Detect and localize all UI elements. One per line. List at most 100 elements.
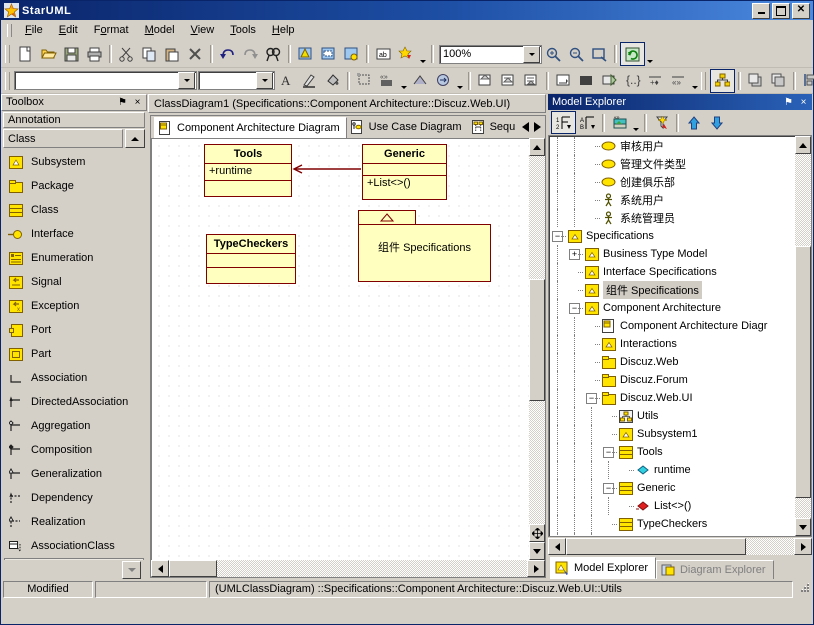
close-icon[interactable]: ×: [131, 96, 144, 109]
suppress-attribute-icon[interactable]: [474, 70, 497, 92]
font-size-combo[interactable]: [198, 71, 275, 90]
hscroll-track[interactable]: [217, 560, 527, 577]
tree-item-component-specifications[interactable]: 组件 Specifications: [549, 281, 811, 299]
line-direction-icon[interactable]: [432, 70, 455, 92]
find-icon[interactable]: [262, 43, 285, 65]
toolbox-item-signal[interactable]: Signal: [1, 270, 147, 294]
tree-item-discuz-web-ui[interactable]: − Discuz.Web.UI: [549, 389, 811, 407]
move-up-icon[interactable]: [682, 112, 705, 133]
toolbox-item-package[interactable]: Package: [1, 174, 147, 198]
show-operation-signature-icon[interactable]: +♦: [644, 70, 667, 92]
diagram-canvas[interactable]: Tools +runtime Generic +List<>() T: [151, 138, 529, 560]
pin-icon[interactable]: ⚑: [782, 96, 795, 109]
copy-icon[interactable]: [138, 43, 161, 65]
zoom-combo[interactable]: 100%: [439, 45, 542, 64]
size-combo-arrow[interactable]: [256, 72, 273, 89]
font-color-icon[interactable]: A: [275, 70, 298, 92]
toolbox-collapse-button[interactable]: [125, 129, 145, 148]
tree-expander[interactable]: −: [549, 227, 566, 245]
tree-item-subsystem1[interactable]: Subsystem1: [549, 425, 811, 443]
menu-grip[interactable]: [7, 24, 12, 37]
add-annotation-icon[interactable]: [340, 43, 363, 65]
toolbox-item-generalization[interactable]: Generalization: [1, 462, 147, 486]
send-to-back-icon[interactable]: [767, 70, 790, 92]
show-stereotype-text-icon[interactable]: «»: [667, 70, 690, 92]
tab-use-case-diagram[interactable]: Use Case Diagram: [347, 118, 468, 137]
show-options-dropdown-caret[interactable]: [690, 69, 700, 92]
sort-by-order-icon[interactable]: 12: [551, 111, 576, 134]
new-icon[interactable]: [14, 43, 37, 65]
tree-item-list-operation[interactable]: List<>(): [549, 497, 811, 515]
zoom-combo-arrow[interactable]: [523, 46, 540, 63]
undo-icon[interactable]: [216, 43, 239, 65]
tab-sequence-diagram[interactable]: Sequ: [468, 118, 522, 137]
close-button[interactable]: ✕: [792, 3, 810, 19]
tree-item-component-architecture[interactable]: − Component Architecture: [549, 299, 811, 317]
toolbox-item-part[interactable]: Part: [1, 342, 147, 366]
toolbox-group-class[interactable]: Class: [3, 129, 123, 148]
scroll-up-button[interactable]: [529, 138, 545, 156]
delete-icon[interactable]: [184, 43, 207, 65]
toolbox-item-directedassociation[interactable]: DirectedAssociation: [1, 390, 147, 414]
tree-vscroll-track-lower[interactable]: [795, 498, 811, 518]
toolbox-item-class[interactable]: Class: [1, 198, 147, 222]
zoom-in-icon[interactable]: [542, 43, 565, 65]
tree-item-interactions[interactable]: Interactions: [549, 335, 811, 353]
stereotype-display-icon[interactable]: «»: [376, 70, 399, 92]
tree-item-interface-specifications[interactable]: Interface Specifications: [549, 263, 811, 281]
tree-item-xitongguanliyuan[interactable]: 系统管理员: [549, 209, 811, 227]
show-visibility-icon[interactable]: [598, 70, 621, 92]
toolbox-scroll-down-button[interactable]: [122, 561, 141, 579]
tab-model-explorer[interactable]: Model Explorer: [550, 557, 656, 579]
layout-group-grip[interactable]: [701, 72, 706, 90]
suppress-literal-icon[interactable]: [520, 70, 543, 92]
tree-expander[interactable]: +: [566, 245, 583, 263]
menu-model[interactable]: Model: [137, 22, 183, 38]
tree-item-xitongyonghu[interactable]: 系统用户: [549, 191, 811, 209]
tree-scroll-down-button[interactable]: [795, 518, 811, 536]
tree-scroll-left-button[interactable]: [548, 538, 566, 555]
close-icon[interactable]: ×: [797, 96, 810, 109]
tree-expander[interactable]: −: [566, 299, 583, 317]
model-tree[interactable]: 审核用户 管理文件类型: [548, 135, 812, 537]
refresh-dropdown-caret[interactable]: [645, 43, 655, 66]
canvas-horizontal-scrollbar[interactable]: [151, 560, 545, 577]
maximize-button[interactable]: [772, 3, 790, 19]
align-left-icon[interactable]: [799, 70, 814, 92]
tree-item-tools[interactable]: − Tools: [549, 443, 811, 461]
menu-file[interactable]: File: [17, 22, 51, 38]
print-icon[interactable]: [83, 43, 106, 65]
show-parameter-icon[interactable]: {..}: [621, 70, 644, 92]
toolbox-item-associationclass[interactable]: AssociationClass: [1, 534, 147, 558]
line-direction-dropdown-caret[interactable]: [455, 69, 465, 92]
tree-vertical-scrollbar[interactable]: [795, 136, 811, 536]
toolbox-item-interface[interactable]: Interface: [1, 222, 147, 246]
menu-help[interactable]: Help: [264, 22, 303, 38]
uml-class-typecheckers[interactable]: TypeCheckers: [206, 234, 296, 284]
tree-expander[interactable]: −: [600, 443, 617, 461]
auto-resize-icon[interactable]: [353, 70, 376, 92]
toolbox-item-realization[interactable]: Realization: [1, 510, 147, 534]
pin-icon[interactable]: ⚑: [116, 96, 129, 109]
canvas-pan-button[interactable]: [529, 524, 545, 542]
canvas-vertical-scrollbar[interactable]: [529, 138, 545, 560]
scroll-down-button[interactable]: [529, 542, 545, 560]
font-name-combo[interactable]: [14, 71, 197, 90]
move-down-icon[interactable]: [705, 112, 728, 133]
line-color-icon[interactable]: [298, 70, 321, 92]
toolbar-grip[interactable]: [5, 45, 10, 63]
view-options-icon[interactable]: «»: [608, 112, 631, 133]
cut-icon[interactable]: [115, 43, 138, 65]
toolbox-group-annotation[interactable]: Annotation: [3, 112, 145, 129]
toolbox-item-subsystem[interactable]: Subsystem: [1, 150, 147, 174]
tree-horizontal-scrollbar[interactable]: [548, 538, 812, 555]
tree-item-generic[interactable]: − Generic: [549, 479, 811, 497]
toolbox-item-aggregation[interactable]: Aggregation: [1, 414, 147, 438]
vscroll-thumb[interactable]: [529, 279, 545, 401]
tab-component-architecture-diagram[interactable]: Component Architecture Diagram: [154, 117, 347, 139]
filter-icon[interactable]: [650, 112, 673, 133]
tree-item-component-architecture-diagram[interactable]: Component Architecture Diagr: [549, 317, 811, 335]
sort-alphabetic-icon[interactable]: AB: [576, 112, 599, 133]
add-diagram-icon[interactable]: [294, 43, 317, 65]
zoom-fit-icon[interactable]: [588, 43, 611, 65]
